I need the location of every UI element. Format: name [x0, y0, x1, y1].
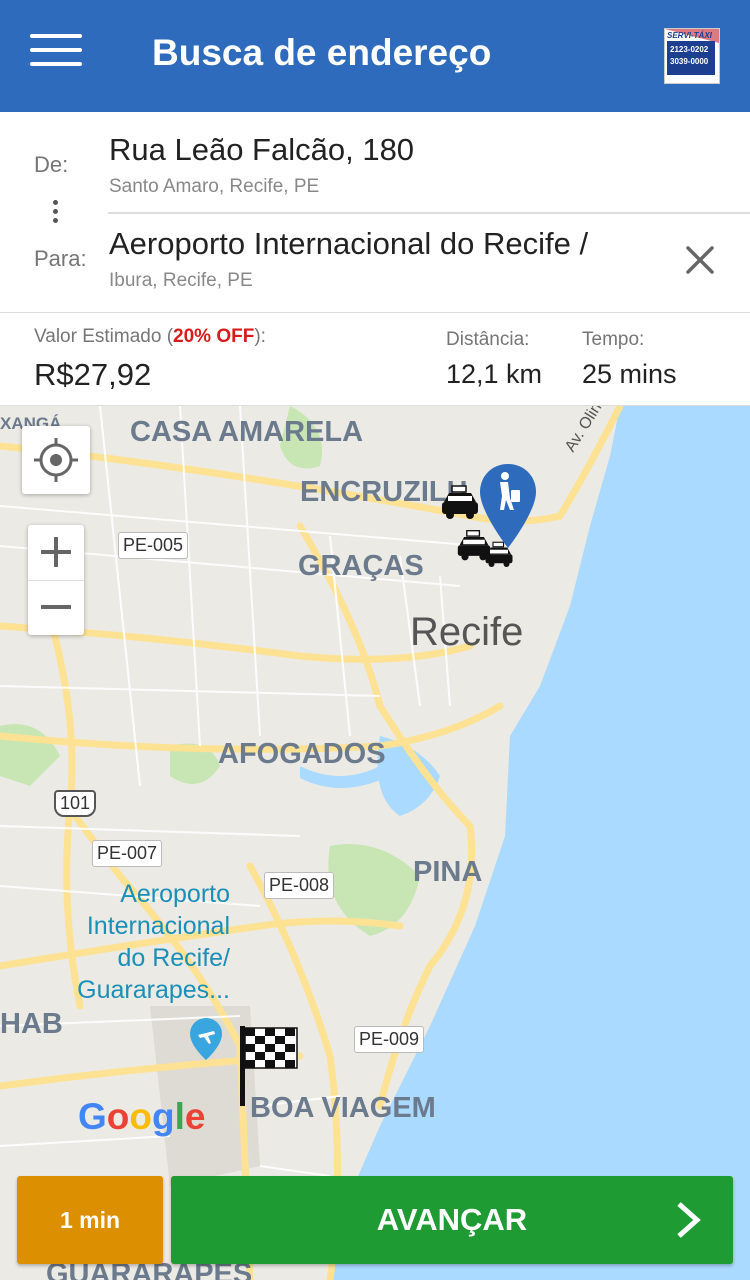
road-shield-pe008: PE-008 — [264, 872, 335, 899]
logo-brand: SERVI-TÁXI — [667, 31, 712, 40]
logo-phone-1: 2123-0202 — [670, 45, 709, 54]
road-shield-pe005: PE-005 — [118, 532, 189, 559]
zoom-out-button[interactable] — [28, 580, 84, 635]
map-label-hab: HAB — [0, 1008, 63, 1040]
to-label: Para: — [34, 246, 87, 271]
taxi-icon — [442, 485, 478, 519]
distance-value: 12,1 km — [446, 359, 543, 389]
map-label-casa-amarela: CASA AMARELA — [130, 416, 364, 448]
destination-subtitle: Ibura, Recife, PE — [109, 270, 253, 291]
map-label-gracas: GRAÇAS — [298, 550, 424, 582]
chevron-right-icon — [677, 1202, 701, 1238]
zoom-controls — [28, 525, 84, 635]
map-label-recife: Recife — [410, 610, 524, 654]
app-bar: Busca de endereço SERVI-TÁXI 2123-0202 3… — [0, 0, 750, 112]
time-value: 25 mins — [582, 359, 677, 389]
estimate-value: R$27,92 — [34, 357, 152, 392]
time-label: Tempo: — [582, 329, 645, 350]
map-label-pina: PINA — [413, 856, 483, 888]
divider — [108, 212, 750, 214]
my-location-button[interactable] — [22, 426, 90, 494]
road-shield-br101: 101 — [54, 790, 97, 817]
advance-label: AVANÇAR — [376, 1202, 528, 1237]
hamburger-menu-icon[interactable] — [30, 34, 82, 74]
discount-badge: 20% OFF — [173, 326, 255, 347]
destination-flag-icon[interactable] — [238, 1024, 298, 1108]
crosshair-icon — [34, 438, 78, 482]
road-shield-pe009: PE-009 — [354, 1026, 425, 1053]
park-area-2 — [0, 724, 60, 786]
clear-destination-icon[interactable] — [680, 240, 720, 280]
airport-icon — [190, 1018, 222, 1060]
google-logo: Google — [78, 1096, 206, 1137]
zoom-in-button[interactable] — [28, 525, 84, 581]
route-dots-icon — [53, 200, 59, 227]
servi-taxi-logo: SERVI-TÁXI 2123-0202 3039-0000 — [664, 28, 720, 84]
page-title: Busca de endereço — [152, 32, 492, 73]
ocean-area — [330, 406, 750, 1280]
logo-phone-2: 3039-0000 — [670, 57, 709, 66]
route-panel: De: Para: Rua Leão Falcão, 180 Santo Ama… — [0, 112, 750, 313]
road-shield-pe007: PE-007 — [92, 840, 163, 867]
bottom-actions: 1 min AVANÇAR — [0, 1176, 750, 1266]
map-label-afogados: AFOGADOS — [218, 738, 386, 770]
origin-subtitle: Santo Amaro, Recife, PE — [109, 176, 320, 197]
eta-badge: 1 min — [17, 1176, 163, 1264]
fare-estimate: Valor Estimado (20% OFF): R$27,92 Distân… — [0, 313, 750, 406]
advance-button[interactable]: AVANÇAR — [171, 1176, 733, 1264]
origin-address[interactable]: Rua Leão Falcão, 180 — [109, 132, 414, 168]
map-view[interactable]: XANGÁ CASA AMARELA ENCRUZILH GRAÇAS Reci… — [0, 406, 750, 1280]
map-label-airport: Aeroporto Internacional do Recife/ Guara… — [77, 880, 230, 1004]
estimate-label: Valor Estimado (20% OFF): — [34, 326, 266, 347]
origin-pin-icon[interactable] — [478, 462, 538, 550]
destination-address[interactable]: Aeroporto Internacional do Recife / — [109, 226, 588, 262]
distance-label: Distância: — [446, 329, 530, 350]
from-label: De: — [34, 152, 69, 177]
